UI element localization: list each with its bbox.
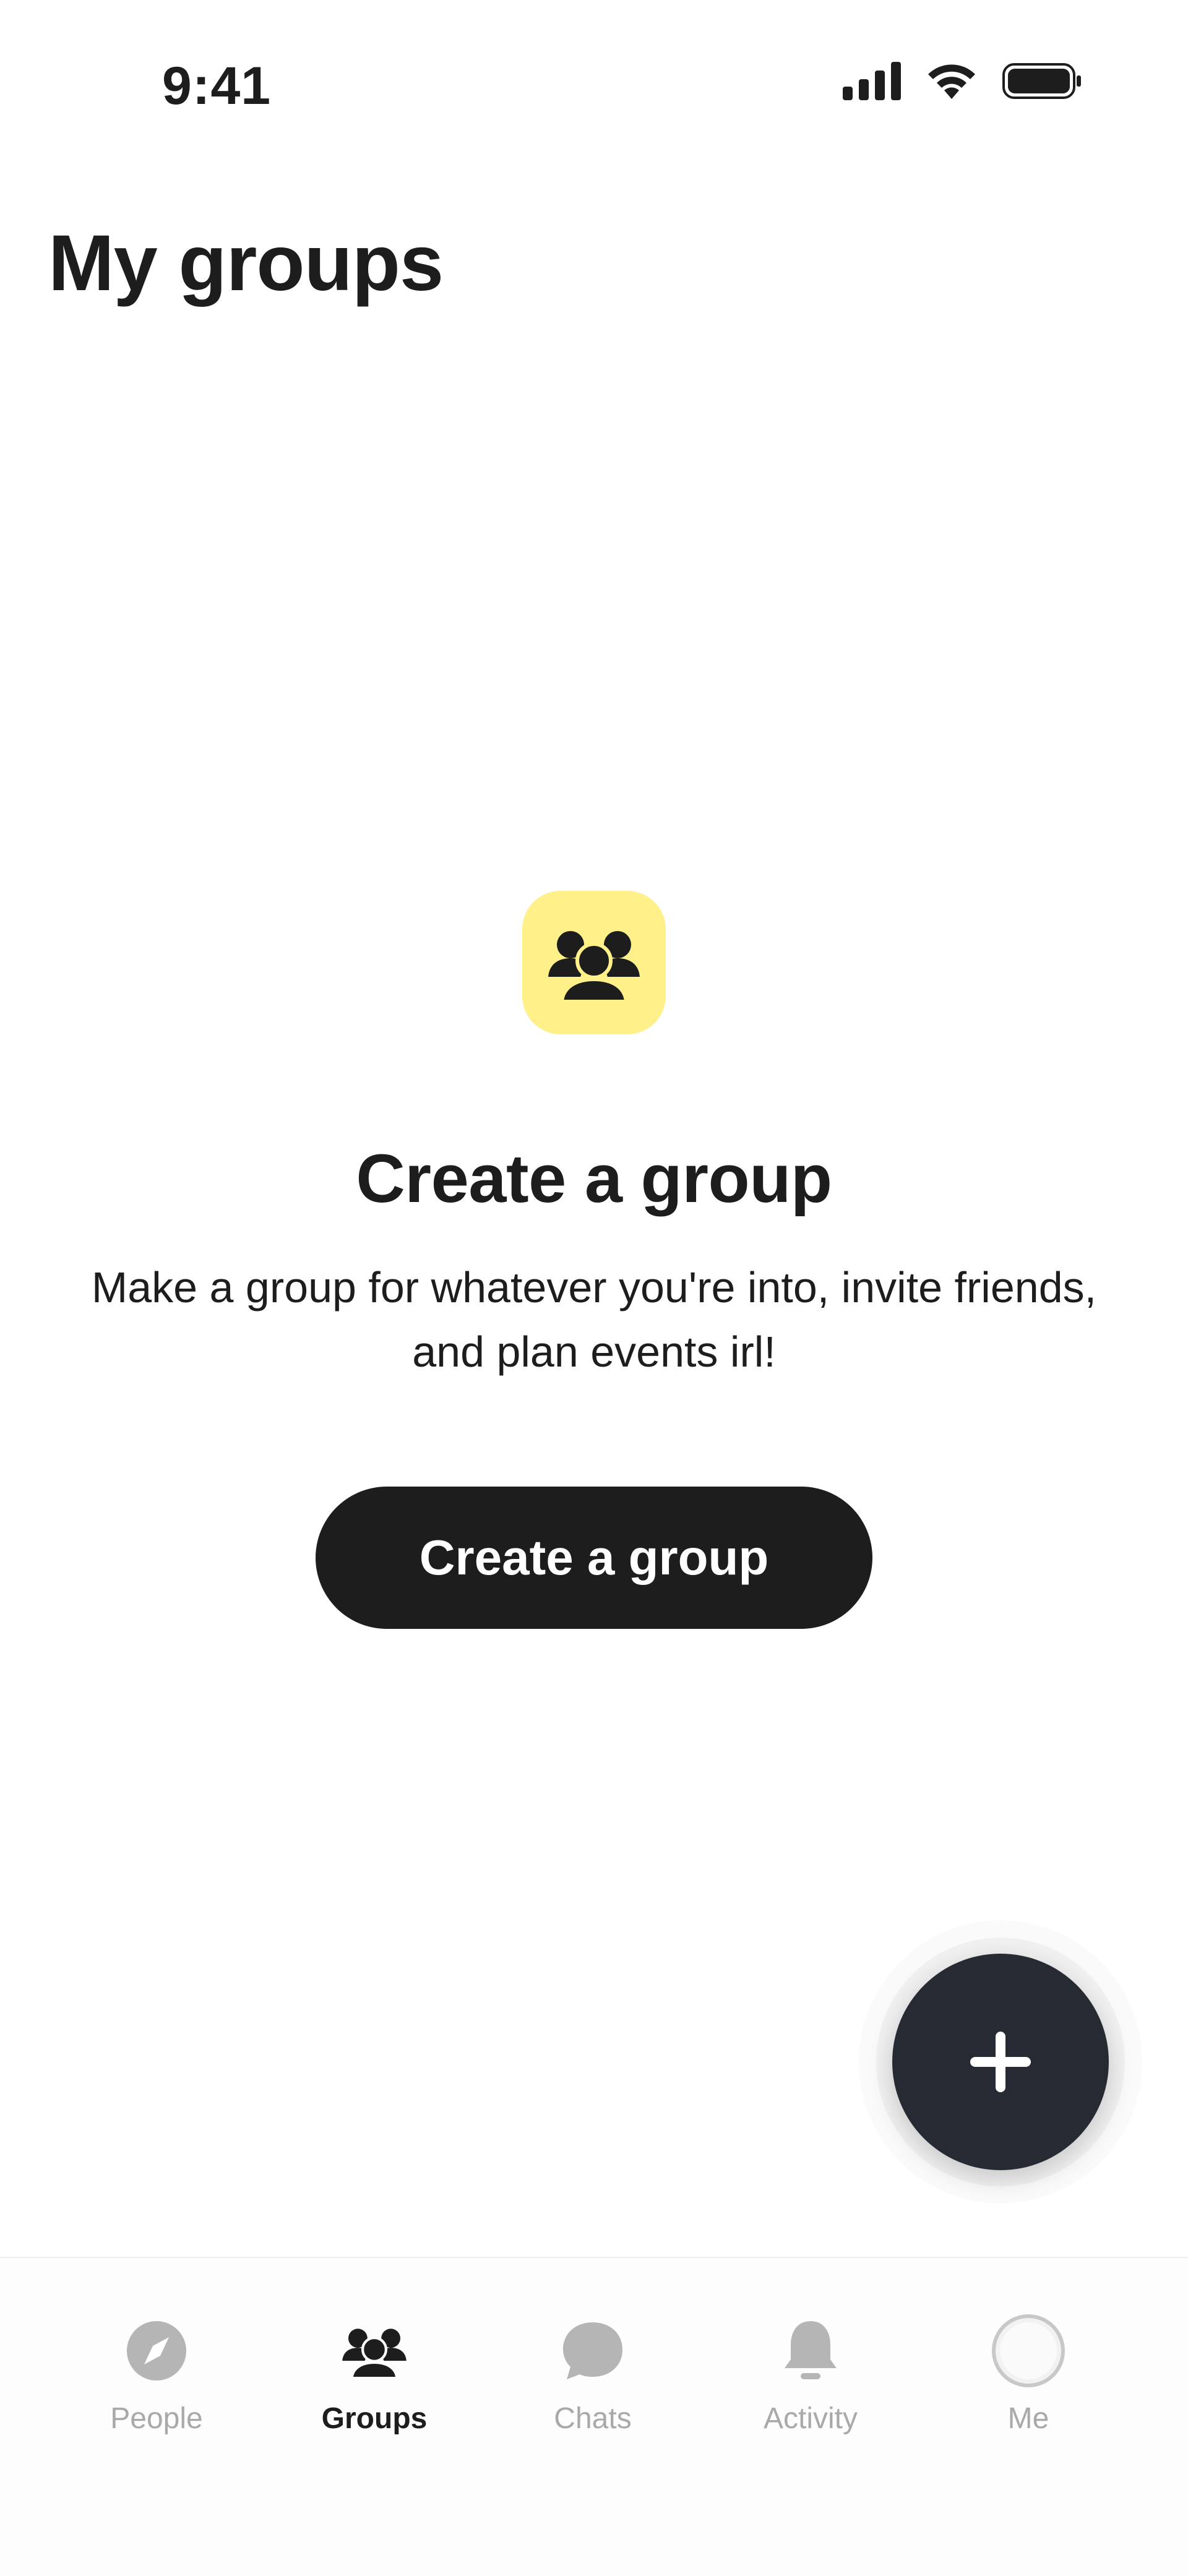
create-group-button[interactable]: Create a group: [316, 1487, 872, 1629]
tab-groups[interactable]: Groups: [266, 2314, 483, 2456]
bell-icon: [785, 2321, 837, 2379]
tab-people[interactable]: People: [48, 2314, 265, 2456]
tab-label-me: Me: [1007, 2402, 1049, 2435]
tab-chats[interactable]: Chats: [484, 2314, 701, 2456]
groups-icon: [342, 2329, 407, 2379]
compass-icon: [127, 2321, 186, 2381]
tab-me[interactable]: Me: [920, 2314, 1137, 2456]
cellular-signal-icon: [843, 62, 901, 100]
tab-label-people: People: [110, 2402, 203, 2435]
status-time: 9:41: [162, 56, 272, 116]
tab-activity[interactable]: Activity: [702, 2314, 919, 2456]
empty-state-heading: Create a group: [356, 1141, 832, 1217]
page-title: My groups: [48, 219, 444, 307]
empty-state-description: Make a group for whatever you're into, i…: [91, 1263, 1097, 1376]
plus-icon: [970, 2032, 1031, 2092]
tab-label-groups: Groups: [321, 2402, 428, 2435]
battery-icon: [1002, 63, 1081, 99]
chat-bubble-icon: [563, 2322, 622, 2379]
new-group-fab[interactable]: [892, 1954, 1109, 2170]
groups-icon: [548, 931, 640, 1003]
status-bar: 9:41: [0, 0, 1188, 148]
empty-state-icon-tile: [522, 891, 666, 1034]
status-icons: [843, 62, 1083, 100]
avatar-icon: [992, 2314, 1065, 2387]
tab-label-activity: Activity: [763, 2402, 858, 2435]
wifi-icon: [928, 64, 975, 99]
tab-label-chats: Chats: [554, 2402, 632, 2435]
tab-bar: People Groups Chats Activity Me: [0, 2257, 1188, 2576]
empty-state: Create a group Make a group for whatever…: [0, 891, 1188, 1629]
